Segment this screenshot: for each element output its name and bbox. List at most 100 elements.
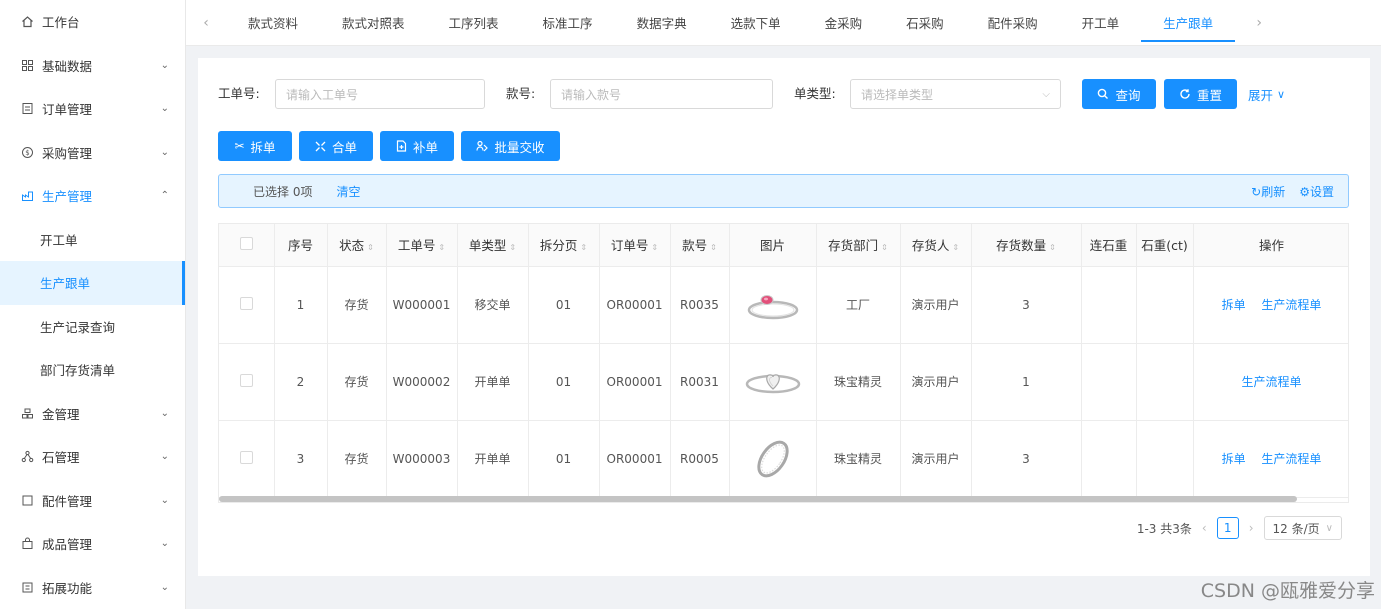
sidebar-item-label: 基础数据 xyxy=(42,58,93,74)
col-header-stone-weight-label: 石重(ct) xyxy=(1141,238,1188,254)
sidebar-subitem-dept-inventory[interactable]: 部门存货清单 xyxy=(0,348,185,392)
tab-style-mapping[interactable]: 款式对照表 xyxy=(320,0,427,46)
expand-button[interactable]: 展开 ∨ xyxy=(1248,79,1285,109)
style-no-placeholder: 请输入款号 xyxy=(561,87,622,102)
sidebar-item-dashboard[interactable]: 工作台 xyxy=(0,0,185,44)
cell-work-order: W000001 xyxy=(386,266,458,344)
tab-gold-purchase[interactable]: 金采购 xyxy=(803,0,885,46)
sidebar-item-stone[interactable]: 石管理 ⌄ xyxy=(0,435,185,479)
col-header-qty-label: 存货数量 xyxy=(996,238,1047,254)
ring-band-image[interactable] xyxy=(743,437,803,481)
horizontal-scrollbar[interactable] xyxy=(219,496,1297,502)
select-all-checkbox[interactable] xyxy=(239,236,253,250)
col-header-dept[interactable]: 存货部门 ⇕ xyxy=(816,224,901,267)
production-flow-link[interactable]: 生产流程单 xyxy=(1261,298,1321,312)
tab-style-info[interactable]: 款式资料 xyxy=(226,0,320,46)
page-size-select[interactable]: 12 条/页 ∨ xyxy=(1263,516,1342,540)
query-button[interactable]: 查询 xyxy=(1082,79,1156,109)
split-order-link[interactable]: 拆单 xyxy=(1222,298,1246,312)
sidebar-item-label: 石管理 xyxy=(42,450,80,466)
table-header-row: 序号 状态 ⇕ 工单号 ⇕ 单类型 ⇕ 拆分页 ⇕ 订单号 ⇕ 款号 ⇕ 图片 存货部门 ⇕ … xyxy=(219,224,1348,267)
col-header-qty[interactable]: 存货数量 ⇕ xyxy=(971,224,1082,267)
tab-standard-process[interactable]: 标准工序 xyxy=(521,0,615,46)
sidebar-item-extensions[interactable]: 拓展功能 ⌄ xyxy=(0,566,185,609)
main-content: 工单号: 请输入工单号 款号: 请输入款号 单类型: 请选择单类型 ⌵ 查询 重… xyxy=(198,58,1370,576)
current-page-button[interactable]: 1 xyxy=(1216,517,1239,539)
table-row: 3 存货 W000003 开单单 01 OR00001 R0005 珠宝精灵 演… xyxy=(219,420,1348,498)
col-header-holder[interactable]: 存货人 ⇕ xyxy=(900,224,972,267)
work-order-input[interactable]: 请输入工单号 xyxy=(275,79,485,109)
style-no-input[interactable]: 请输入款号 xyxy=(550,79,773,109)
tab-stone-purchase[interactable]: 石采购 xyxy=(884,0,966,46)
tab-data-dictionary[interactable]: 数据字典 xyxy=(615,0,709,46)
row-checkbox[interactable] xyxy=(239,450,253,464)
sidebar-item-parts[interactable]: 配件管理 ⌄ xyxy=(0,479,185,523)
col-header-style-no[interactable]: 款号 ⇕ xyxy=(670,224,730,267)
expand-button-label: 展开 xyxy=(1248,87,1274,103)
batch-handover-button-label: 批量交收 xyxy=(494,139,545,155)
row-checkbox[interactable] xyxy=(239,296,253,310)
next-page-icon[interactable]: › xyxy=(1249,521,1254,535)
col-header-style-no-label: 款号 xyxy=(682,238,708,254)
selection-alert: 已选择 0项 清空 ↻刷新 ⚙设置 xyxy=(218,174,1349,208)
file-add-icon xyxy=(396,140,407,152)
sort-icon: ⇕ xyxy=(651,243,659,253)
row-checkbox[interactable] xyxy=(239,373,253,387)
settings-link[interactable]: ⚙设置 xyxy=(1299,183,1334,200)
ring-pink-gem-image[interactable] xyxy=(743,285,803,325)
sidebar-item-gold[interactable]: 金管理 ⌄ xyxy=(0,392,185,436)
supplement-button[interactable]: 补单 xyxy=(380,131,454,161)
sidebar-item-production[interactable]: 生产管理 ⌃ xyxy=(0,174,185,218)
sidebar-item-basic-data[interactable]: 基础数据 ⌄ xyxy=(0,44,185,88)
pagination: 1-3 共3条 ‹ 1 › 12 条/页 ∨ xyxy=(1137,516,1342,540)
sidebar-subitem-production-records[interactable]: 生产记录查询 xyxy=(0,305,185,349)
clear-selection-link[interactable]: 清空 xyxy=(336,183,360,200)
order-type-placeholder: 请选择单类型 xyxy=(861,87,934,102)
reset-button[interactable]: 重置 xyxy=(1164,79,1237,109)
col-header-stone-count: 连石重 xyxy=(1081,224,1137,267)
sidebar-item-orders[interactable]: 订单管理 ⌄ xyxy=(0,87,185,131)
table-row: 1 存货 W000001 移交单 01 OR00001 R0035 工厂 演示用… xyxy=(219,266,1348,344)
refresh-link[interactable]: ↻刷新 xyxy=(1251,183,1285,200)
tab-production-tracking[interactable]: 生产跟单 xyxy=(1141,0,1236,46)
tab-scroll-left-icon[interactable]: ‹ xyxy=(186,15,226,31)
ring-heart-image[interactable] xyxy=(743,362,803,402)
col-header-dept-label: 存货部门 xyxy=(828,238,879,254)
col-header-split-page-label: 拆分页 xyxy=(539,238,578,254)
col-header-order-no[interactable]: 订单号 ⇕ xyxy=(599,224,671,267)
col-header-split-page[interactable]: 拆分页 ⇕ xyxy=(528,224,600,267)
sidebar-subitem-production-tracking[interactable]: 生产跟单 xyxy=(0,261,185,305)
chevron-down-icon: ⌄ xyxy=(160,407,169,419)
cell-order-no: OR00001 xyxy=(599,343,671,421)
col-header-work-order[interactable]: 工单号 ⇕ xyxy=(386,224,458,267)
sidebar-item-finished-goods[interactable]: 成品管理 ⌄ xyxy=(0,522,185,566)
sidebar-item-purchasing[interactable]: $ 采购管理 ⌄ xyxy=(0,131,185,175)
col-header-order-type[interactable]: 单类型 ⇕ xyxy=(457,224,529,267)
tab-select-order[interactable]: 选款下单 xyxy=(709,0,803,46)
split-order-link[interactable]: 拆单 xyxy=(1222,452,1246,466)
sort-icon: ⇕ xyxy=(367,243,374,253)
data-table: 序号 状态 ⇕ 工单号 ⇕ 单类型 ⇕ 拆分页 ⇕ 订单号 ⇕ 款号 ⇕ 图片 存货部门 ⇕ … xyxy=(218,223,1349,503)
tab-parts-purchase[interactable]: 配件采购 xyxy=(966,0,1060,46)
tab-start-order[interactable]: 开工单 xyxy=(1060,0,1142,46)
cell-order-no: OR00001 xyxy=(599,420,671,498)
tab-process-list[interactable]: 工序列表 xyxy=(427,0,521,46)
merge-button-label: 合单 xyxy=(331,139,357,155)
col-header-status[interactable]: 状态 ⇕ xyxy=(327,224,387,267)
merge-button[interactable]: 合单 xyxy=(299,131,373,161)
cell-seq: 3 xyxy=(274,420,328,498)
prev-page-icon[interactable]: ‹ xyxy=(1202,521,1207,535)
home-icon xyxy=(20,15,34,29)
cell-stone-count xyxy=(1081,266,1137,344)
batch-handover-button[interactable]: 批量交收 xyxy=(461,131,560,161)
sidebar-subitem-start-order[interactable]: 开工单 xyxy=(0,218,185,262)
production-flow-link[interactable]: 生产流程单 xyxy=(1261,452,1321,466)
cell-qty: 3 xyxy=(971,420,1082,498)
production-flow-link[interactable]: 生产流程单 xyxy=(1241,375,1301,389)
cell-qty: 1 xyxy=(971,343,1082,421)
col-header-stone-count-label: 连石重 xyxy=(1089,238,1128,254)
tab-scroll-right-icon[interactable]: › xyxy=(1239,15,1279,31)
order-type-select[interactable]: 请选择单类型 ⌵ xyxy=(850,79,1061,109)
chevron-down-icon: ⌄ xyxy=(160,494,169,506)
split-button[interactable]: ✂ 拆单 xyxy=(218,131,292,161)
